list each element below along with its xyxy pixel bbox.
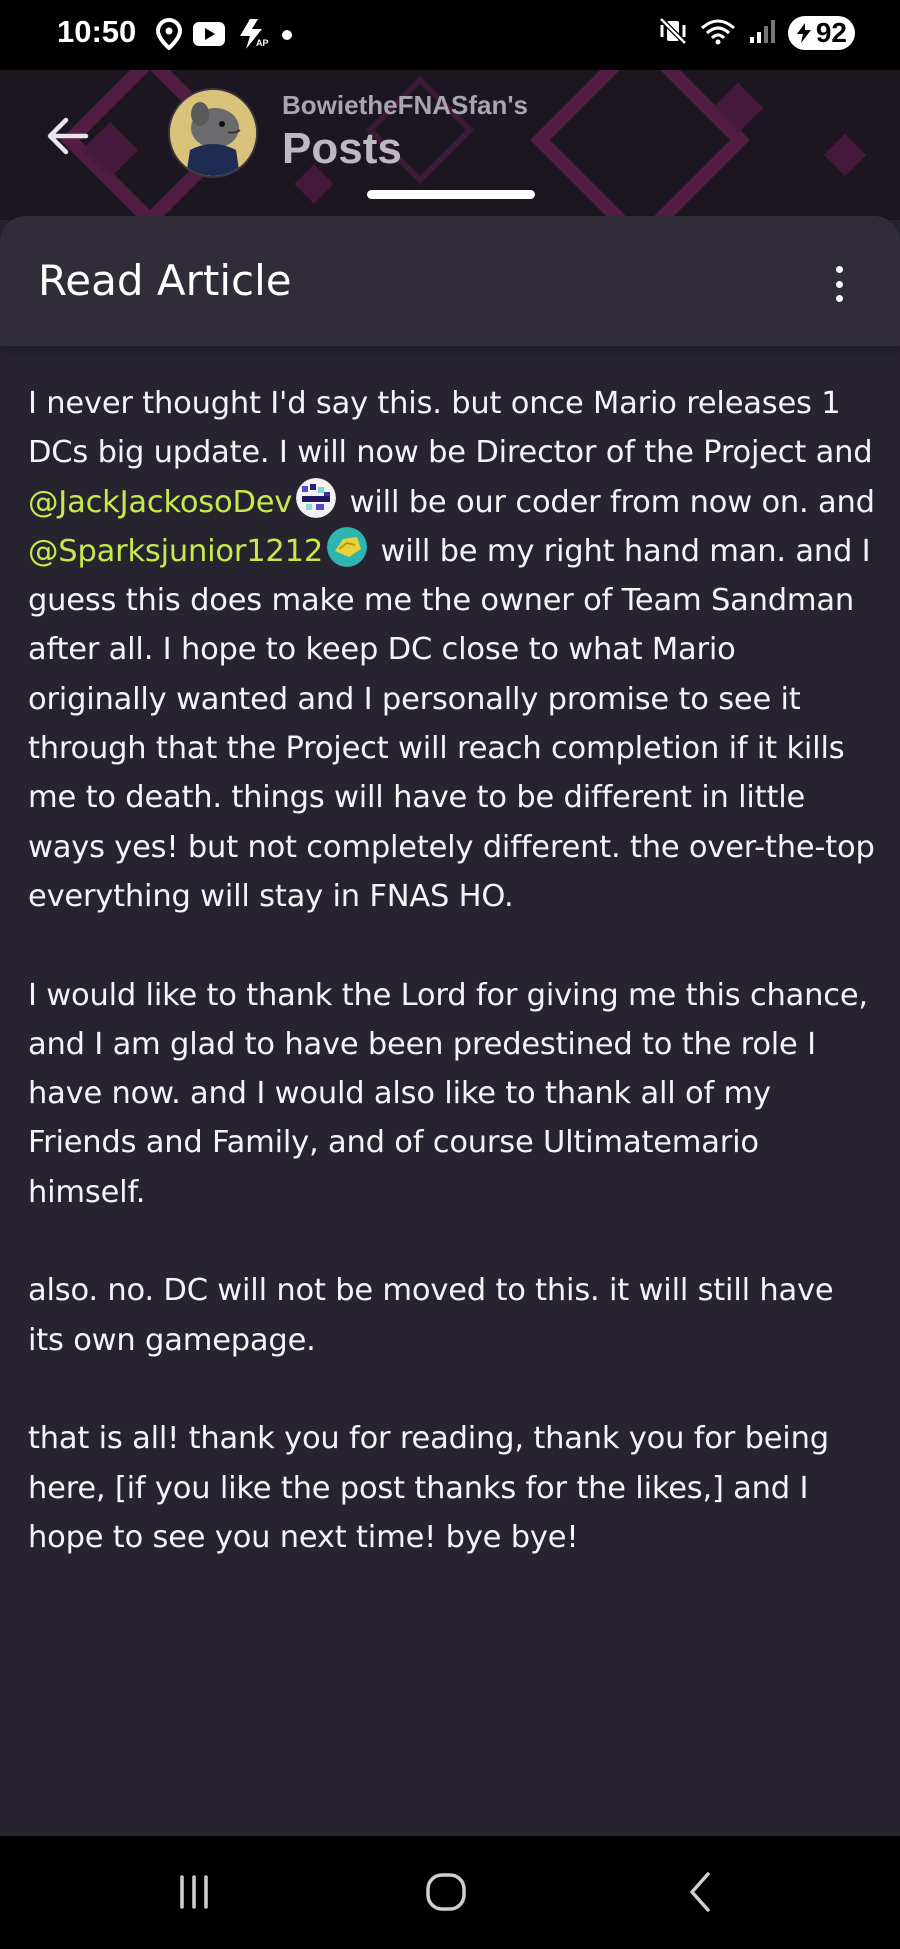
screen: 10:50 AP 92 BowietheFNASfan's Posts Read… [0,0,900,1949]
wifi-icon [700,16,736,50]
mention-avatar[interactable] [296,477,337,518]
mention-link[interactable]: @JackJackosoDev [28,485,292,520]
back-button[interactable] [40,108,96,164]
more-vert-icon [835,266,843,273]
status-right-icons: 92 [658,16,855,50]
youtube-icon [192,21,226,51]
profile-header: BowietheFNASfan's Posts [0,70,900,220]
article-paragraph: also. no. DC will not be moved to this. … [28,1273,834,1358]
battery-icon: 92 [787,16,855,50]
article-body: I never thought I'd say this. but once M… [28,379,878,1611]
article-paragraph: I never thought I'd say this. but once M… [28,379,878,921]
mention-avatar[interactable] [327,526,368,567]
arrow-left-icon [47,117,89,155]
article-text: will be my right hand man. and I guess t… [28,533,875,914]
recents-icon [180,1875,208,1909]
battery-level: 92 [815,17,847,48]
article-paragraph: that is all! thank you for reading, than… [28,1421,829,1555]
page-title: Posts [282,124,402,173]
bolt-icon: AP [236,18,270,54]
recents-button[interactable] [164,1864,224,1920]
location-icon [155,17,183,54]
signal-icon [748,17,776,49]
avatar-image [170,90,256,176]
sheet-header: Read Article [0,216,900,346]
drag-handle[interactable] [367,190,535,199]
sheet-title: Read Article [38,256,292,305]
status-time: 10:50 [57,14,137,49]
article-text: will be our coder from now on. and [340,484,875,520]
mention-link[interactable]: @Sparksjunior1212 [28,534,323,569]
home-button[interactable] [416,1864,476,1920]
article-text: I never thought I'd say this. but once M… [28,386,873,471]
status-bar: 10:50 AP 92 [0,0,900,70]
status-left-icons: AP [155,17,294,54]
avatar[interactable] [168,88,258,178]
article-paragraph: I would like to thank the Lord for givin… [28,977,868,1210]
more-options-button[interactable] [824,266,854,302]
back-nav-button[interactable] [670,1864,730,1920]
dot-icon [280,27,294,46]
svg-text:AP: AP [256,38,269,48]
home-icon [426,1873,466,1911]
more-vert-icon-dot [835,280,843,288]
more-vert-icon-dot [835,295,843,302]
user-avatar-icon [327,526,368,567]
profile-name: BowietheFNASfan's [282,90,528,120]
back-icon [690,1872,710,1912]
article-sheet: Read Article I never thought I'd say thi… [0,216,900,1836]
mute-vibrate-icon [658,16,688,50]
user-avatar-icon [296,477,337,518]
system-nav-bar [0,1836,900,1949]
